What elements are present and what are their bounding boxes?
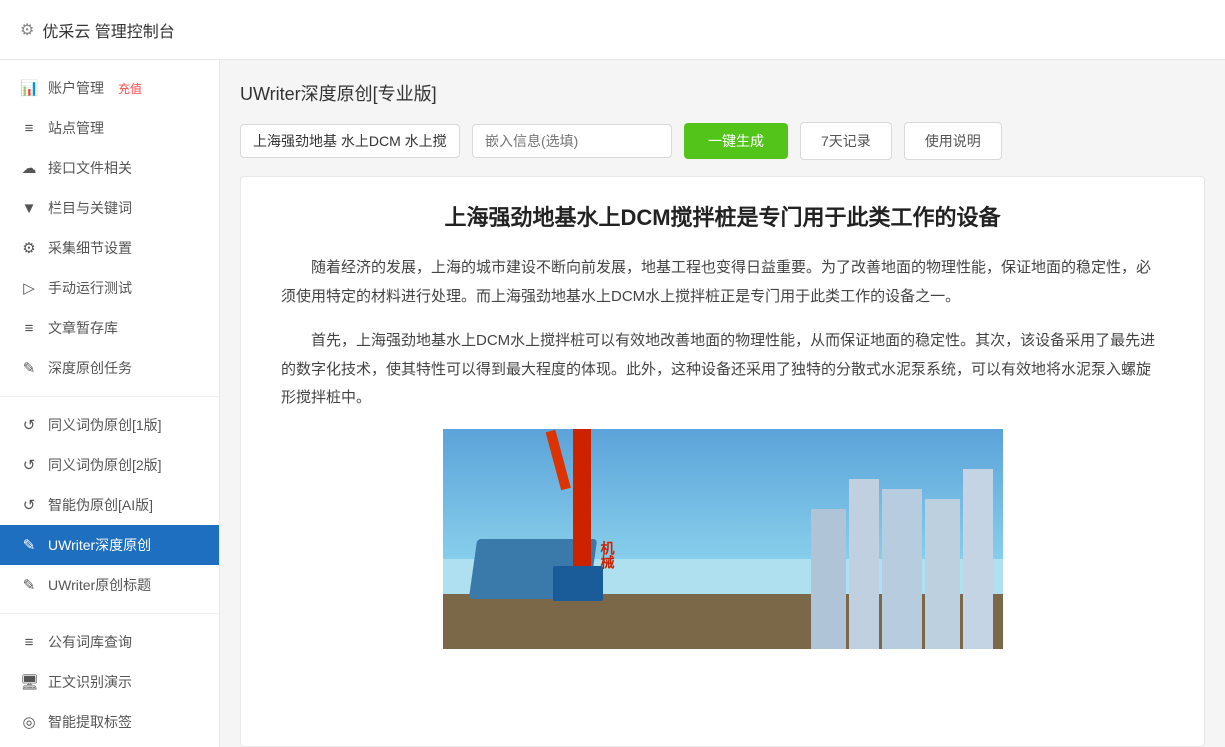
cloud-icon: ☁: [20, 159, 38, 177]
sidebar-item-manual[interactable]: ▷ 手动运行测试: [0, 268, 219, 308]
sidebar-item-interface[interactable]: ☁ 接口文件相关: [0, 148, 219, 188]
sidebar-label-menu: 栏目与关键词: [48, 198, 132, 218]
toolbar: 一键生成 7天记录 使用说明: [240, 122, 1205, 160]
sidebar-item-corpus[interactable]: ≡ 公有词库查询: [0, 622, 219, 662]
article-container: 上海强劲地基水上DCM搅拌桩是专门用于此类工作的设备 随着经济的发展，上海的城市…: [240, 176, 1205, 747]
sidebar-label-deeptask: 深度原创任务: [48, 358, 132, 378]
sidebar-label-synonym2: 同义词伪原创[2版]: [48, 455, 162, 475]
tag-icon: ◎: [20, 713, 38, 731]
generate-button[interactable]: 一键生成: [684, 123, 788, 159]
page-title: UWriter深度原创[专业版]: [240, 80, 1205, 106]
sidebar-item-ai[interactable]: ↺ 智能伪原创[AI版]: [0, 485, 219, 525]
sidebar-item-collect[interactable]: ⚙ 采集细节设置: [0, 228, 219, 268]
sidebar-item-uwriter[interactable]: ✎ UWriter深度原创: [0, 525, 219, 565]
sidebar-label-uwriter-title: UWriter原创标题: [48, 575, 151, 595]
main-layout: 📊 账户管理 充值 ≡ 站点管理 ☁ 接口文件相关 ▼ 栏目与关键词 ⚙ 采集细…: [0, 60, 1225, 747]
article-content[interactable]: 上海强劲地基水上DCM搅拌桩是专门用于此类工作的设备 随着经济的发展，上海的城市…: [241, 177, 1204, 746]
sidebar-label-ai: 智能伪原创[AI版]: [48, 495, 153, 515]
gear-icon: ⚙: [20, 20, 34, 40]
sidebar-item-draft[interactable]: ≡ 文章暂存库: [0, 308, 219, 348]
sidebar-label-site: 站点管理: [48, 118, 104, 138]
article-image: 机械: [443, 429, 1003, 649]
monitor-icon: 🖥: [20, 673, 38, 691]
sidebar-item-text-class[interactable]: ✎ 文本智能分类: [0, 742, 219, 747]
refresh2-icon: ↺: [20, 456, 38, 474]
article-para-2: 首先，上海强劲地基水上DCM水上搅拌桩可以有效地改善地面的物理性能，从而保证地面…: [281, 327, 1164, 413]
uwriter-title-icon: ✎: [20, 576, 38, 594]
refresh-icon: ↺: [20, 416, 38, 434]
sidebar-label-text-rec: 正文识别演示: [48, 672, 132, 692]
account-badge: 充值: [118, 80, 142, 97]
play-icon: ▷: [20, 279, 38, 297]
sidebar-label-corpus: 公有词库查询: [48, 632, 132, 652]
keyword-input[interactable]: [240, 124, 460, 158]
list-icon: ≡: [20, 120, 38, 137]
sidebar-item-text-rec[interactable]: 🖥 正文识别演示: [0, 662, 219, 702]
help-button[interactable]: 使用说明: [904, 122, 1002, 160]
sidebar-item-uwriter-title[interactable]: ✎ UWriter原创标题: [0, 565, 219, 605]
article-title: 上海强劲地基水上DCM搅拌桩是专门用于此类工作的设备: [281, 201, 1164, 234]
corpus-icon: ≡: [20, 634, 38, 651]
sidebar-item-menu[interactable]: ▼ 栏目与关键词: [0, 188, 219, 228]
embed-input[interactable]: [472, 124, 672, 158]
sidebar-section-1: 📊 账户管理 充值 ≡ 站点管理 ☁ 接口文件相关 ▼ 栏目与关键词 ⚙ 采集细…: [0, 60, 219, 397]
chart-icon: 📊: [20, 79, 38, 97]
sidebar-label-smart-tag: 智能提取标签: [48, 712, 132, 732]
settings-icon: ⚙: [20, 239, 38, 257]
draft-icon: ≡: [20, 320, 38, 337]
ai-icon: ↺: [20, 496, 38, 514]
sidebar-label-manual: 手动运行测试: [48, 278, 132, 298]
sidebar-label-account: 账户管理: [48, 78, 104, 98]
sidebar-section-3: ≡ 公有词库查询 🖥 正文识别演示 ◎ 智能提取标签 ✎ 文本智能分类: [0, 614, 219, 747]
sidebar-item-synonym1[interactable]: ↺ 同义词伪原创[1版]: [0, 405, 219, 445]
app-header: ⚙ 优采云 管理控制台: [0, 0, 1225, 60]
sidebar-label-synonym1: 同义词伪原创[1版]: [48, 415, 162, 435]
sidebar-item-synonym2[interactable]: ↺ 同义词伪原创[2版]: [0, 445, 219, 485]
sidebar-section-2: ↺ 同义词伪原创[1版] ↺ 同义词伪原创[2版] ↺ 智能伪原创[AI版] ✎…: [0, 397, 219, 614]
uwriter-icon: ✎: [20, 536, 38, 554]
sidebar: 📊 账户管理 充值 ≡ 站点管理 ☁ 接口文件相关 ▼ 栏目与关键词 ⚙ 采集细…: [0, 60, 220, 747]
article-para-1: 随着经济的发展，上海的城市建设不断向前发展，地基工程也变得日益重要。为了改善地面…: [281, 254, 1164, 311]
sidebar-item-smart-tag[interactable]: ◎ 智能提取标签: [0, 702, 219, 742]
sidebar-item-deeptask[interactable]: ✎ 深度原创任务: [0, 348, 219, 388]
history-button[interactable]: 7天记录: [800, 122, 892, 160]
sidebar-item-site[interactable]: ≡ 站点管理: [0, 108, 219, 148]
filter-icon: ▼: [20, 200, 38, 217]
app-title: ⚙ 优采云 管理控制台: [20, 18, 175, 42]
sidebar-label-uwriter: UWriter深度原创: [48, 535, 151, 555]
edit-icon: ✎: [20, 359, 38, 377]
sidebar-label-draft: 文章暂存库: [48, 318, 118, 338]
main-content: UWriter深度原创[专业版] 一键生成 7天记录 使用说明 上海强劲地基水上…: [220, 60, 1225, 747]
sidebar-item-account[interactable]: 📊 账户管理 充值: [0, 68, 219, 108]
sidebar-label-interface: 接口文件相关: [48, 158, 132, 178]
sidebar-label-collect: 采集细节设置: [48, 238, 132, 258]
app-title-text: 优采云 管理控制台: [42, 18, 174, 42]
